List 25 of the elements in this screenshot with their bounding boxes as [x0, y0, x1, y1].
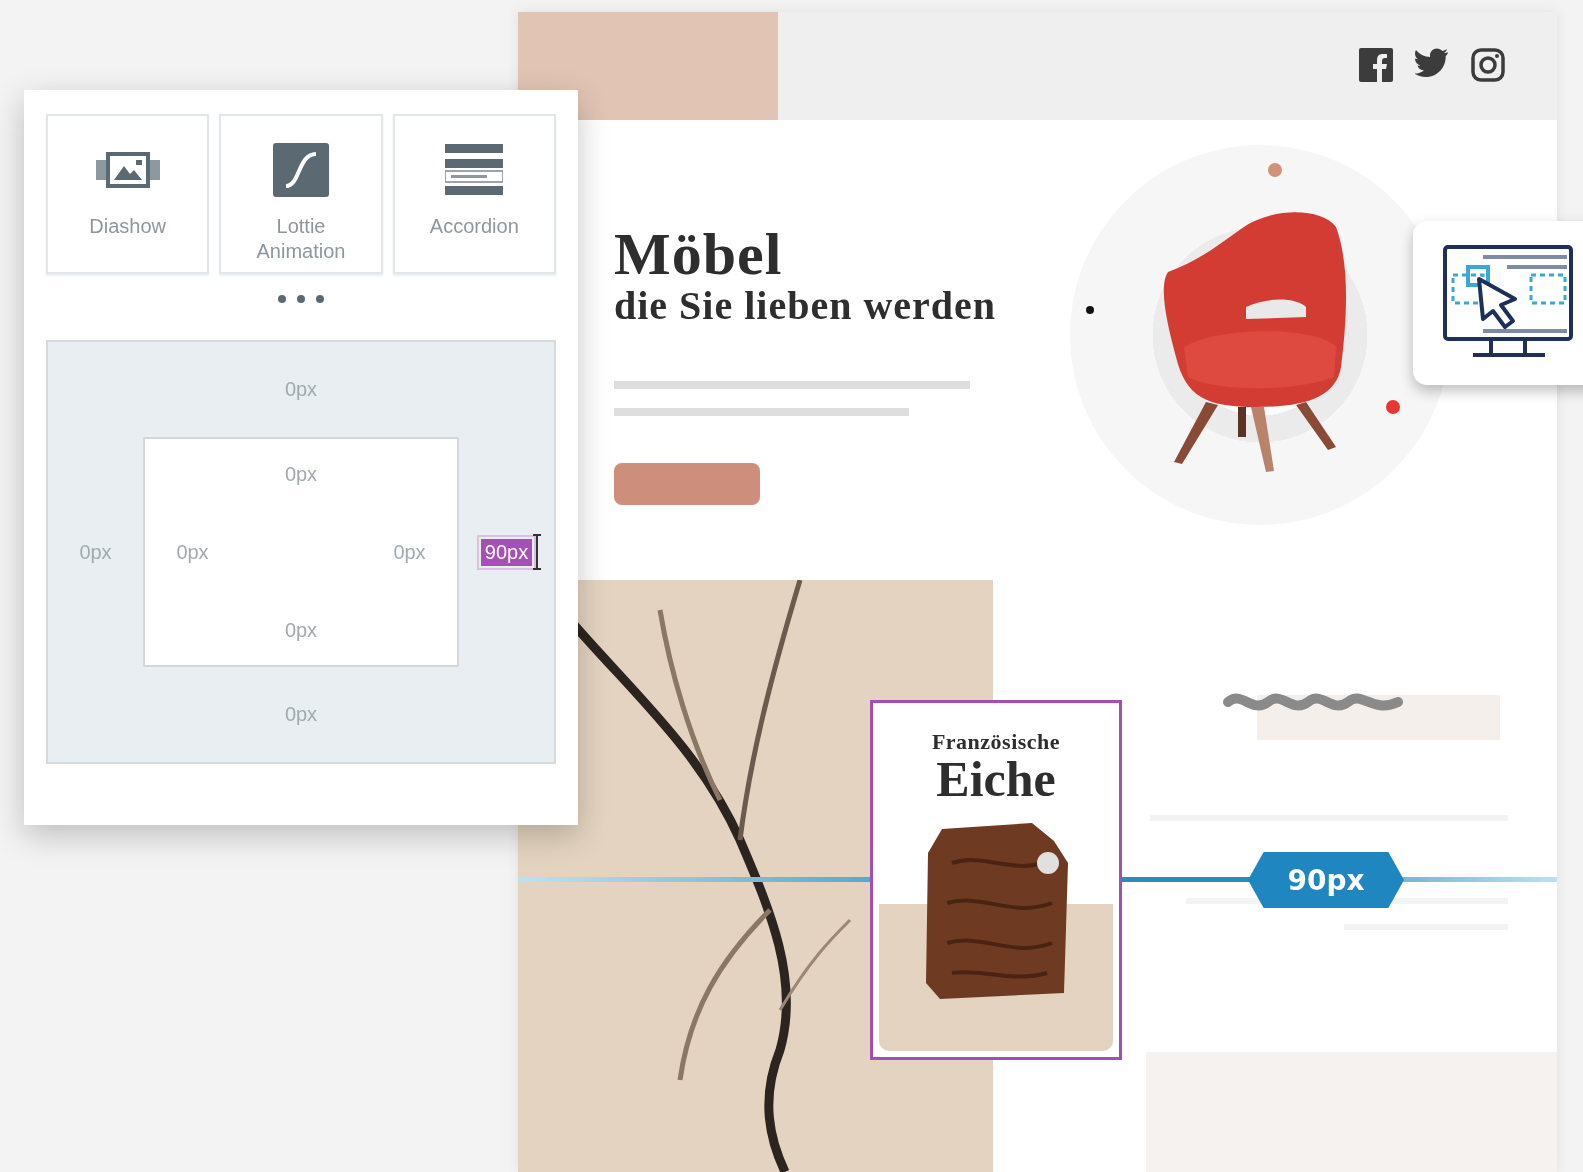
text-cursor-icon — [532, 534, 542, 570]
product-title: Eiche — [936, 755, 1056, 803]
spacing-value[interactable]: 0px — [172, 538, 213, 566]
spacing-value[interactable]: 0px — [389, 538, 430, 566]
slideshow-icon — [93, 152, 162, 188]
twitter-icon[interactable] — [1415, 48, 1449, 78]
accordion-icon — [445, 144, 504, 196]
widget-tile[interactable]: Lottie Animation — [219, 114, 383, 274]
spacing-value[interactable]: 0px — [280, 376, 322, 403]
lottie-icon — [272, 142, 330, 198]
product-card[interactable]: Französische Eiche — [870, 700, 1122, 1060]
widget-tile[interactable]: Diashow — [46, 114, 210, 274]
spacing-value[interactable]: 0px — [280, 701, 322, 728]
spacing-value[interactable]: 0px — [280, 616, 322, 644]
facebook-icon[interactable] — [1359, 48, 1393, 82]
product-overline: Französische — [931, 729, 1061, 755]
spacing-value[interactable]: 0px — [280, 460, 322, 488]
widget-tile[interactable]: Accordion — [392, 114, 556, 274]
spacing-value[interactable]: 0px — [75, 538, 116, 566]
decorative-dot — [1086, 306, 1094, 314]
hero-subtitle: die Sie lieben werden — [614, 284, 997, 328]
more-dots-icon[interactable] — [277, 294, 325, 304]
spacing-badge: 90px — [1248, 852, 1404, 908]
hero-title: Möbel — [614, 224, 784, 284]
instagram-icon[interactable] — [1471, 48, 1505, 82]
